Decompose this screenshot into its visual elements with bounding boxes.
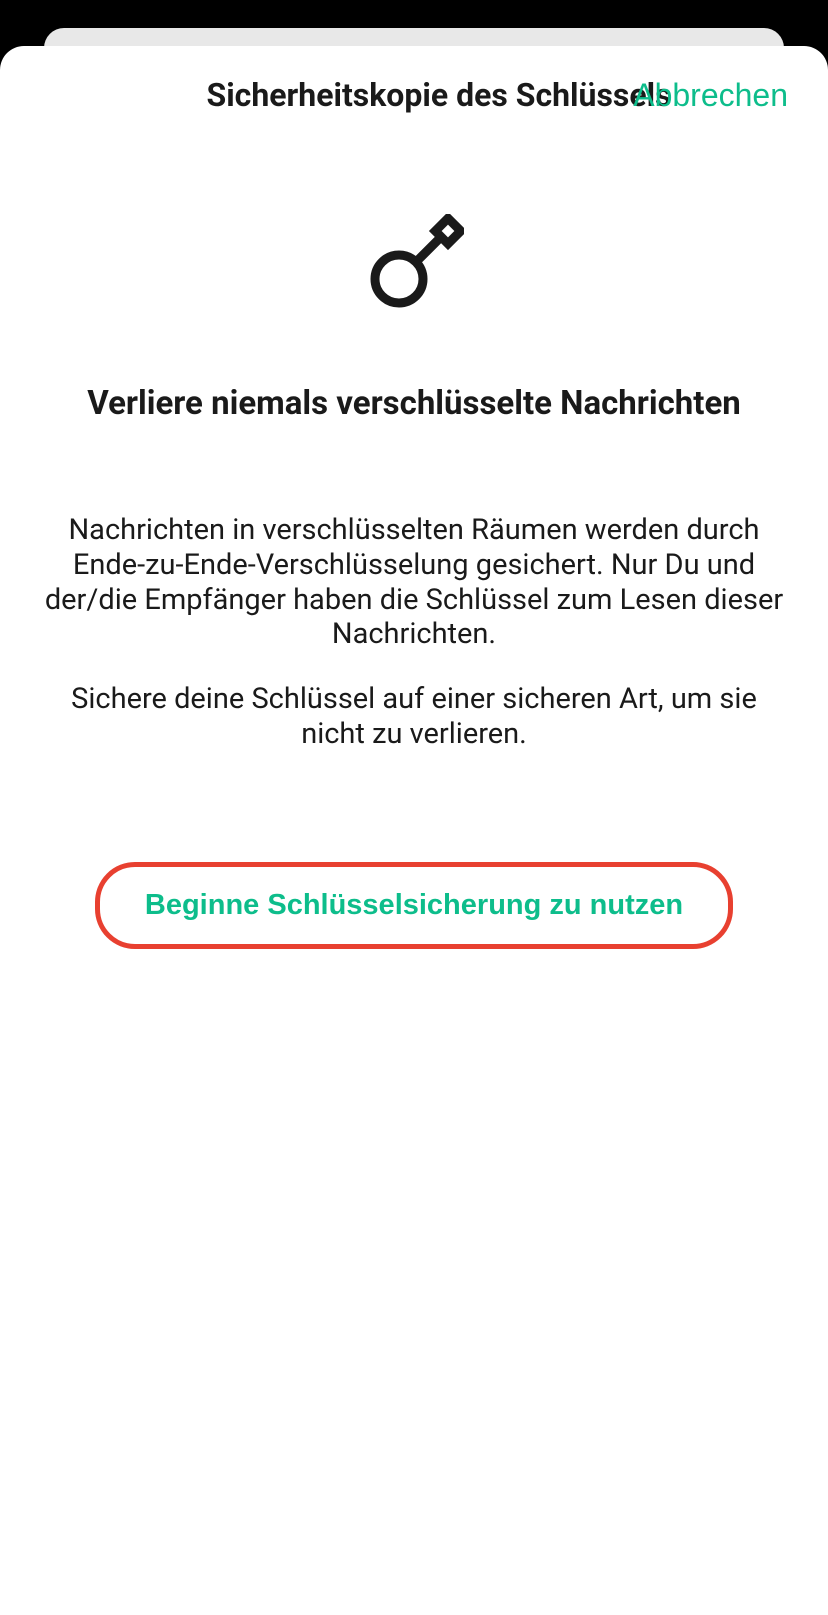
app-backdrop: Sicherheitskopie des Schlüssels Abbreche… xyxy=(0,0,828,1615)
cancel-button[interactable]: Abbrechen xyxy=(633,77,788,114)
content-description-2: Sichere deine Schlüssel auf einer sicher… xyxy=(40,682,788,752)
content-heading: Verliere niemals verschlüsselte Nachrich… xyxy=(40,384,788,423)
modal-content: Verliere niemals verschlüsselte Nachrich… xyxy=(0,214,828,949)
key-icon xyxy=(364,214,464,314)
start-key-backup-button[interactable]: Beginne Schlüsselsicherung zu nutzen xyxy=(95,862,733,949)
key-icon-wrapper xyxy=(40,214,788,314)
content-description-1: Nachrichten in verschlüsselten Räumen we… xyxy=(40,513,788,652)
modal-header: Sicherheitskopie des Schlüssels Abbreche… xyxy=(0,46,828,144)
modal-sheet: Sicherheitskopie des Schlüssels Abbreche… xyxy=(0,46,828,1615)
